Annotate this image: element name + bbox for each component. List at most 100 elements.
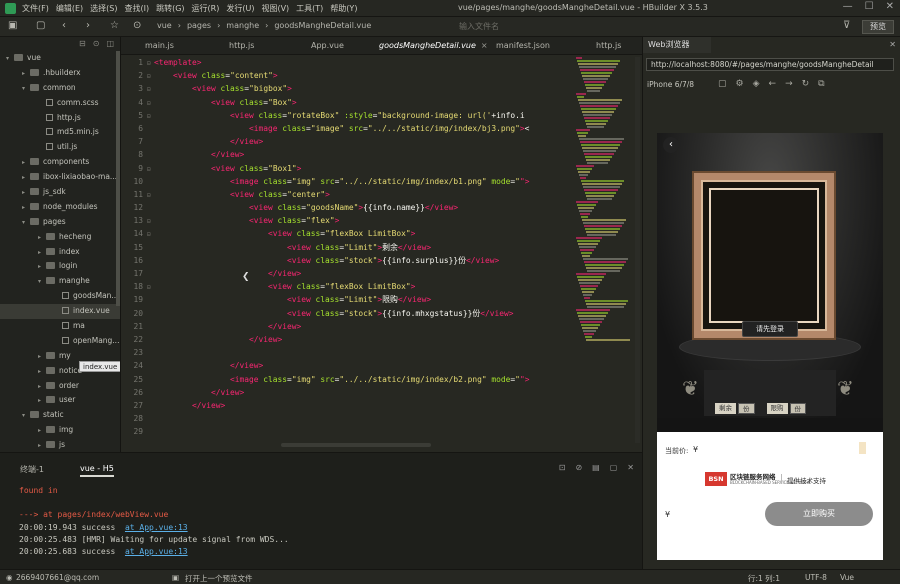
editor-tab[interactable]: http.js [596, 41, 621, 50]
stop-icon[interactable]: ⊡ [559, 463, 566, 472]
account-icon[interactable]: ◉ [6, 573, 13, 582]
breadcrumb-item[interactable]: goodsMangheDetail.vue [274, 21, 371, 30]
tree-item[interactable]: ▸ js_sdk [0, 185, 120, 200]
tree-item[interactable]: ▸ components [0, 155, 120, 170]
tree-item[interactable]: ▸ user [0, 393, 120, 408]
preview-file-icon[interactable]: ▣ [172, 573, 179, 582]
sidebar-toggle-icon[interactable]: ▣ [8, 20, 17, 32]
explorer-scrollbar[interactable] [116, 51, 120, 306]
menu-item[interactable]: 选择(S) [90, 3, 117, 14]
preview-button[interactable]: 预览 [862, 20, 894, 34]
tree-item[interactable]: ▾ pages [0, 215, 120, 230]
account-email[interactable]: 2669407661@qq.com [16, 573, 99, 582]
language-mode[interactable]: Vue [840, 573, 854, 582]
device-select[interactable]: iPhone 6/7/8 [647, 80, 709, 89]
console-tab[interactable]: 终端-1 [20, 464, 44, 475]
tree-item[interactable]: ▾ static [0, 408, 120, 423]
menu-item[interactable]: 视图(V) [261, 3, 289, 14]
buy-now-button[interactable]: 立即购买 [765, 502, 873, 526]
close-panel-icon[interactable]: ✕ [627, 463, 634, 472]
minimize-icon[interactable]: — [843, 1, 853, 12]
editor-tab[interactable]: goodsMangheDetail.vue × [379, 41, 488, 50]
tree-item[interactable]: ▸ hecheng [0, 230, 120, 245]
tree-item[interactable]: goodsMan... [0, 289, 120, 304]
tree-item[interactable]: index.vue [0, 304, 120, 320]
collapse-left-icon[interactable]: ❮ [242, 272, 250, 282]
console-output[interactable]: found in ---> at pages/index/webView.vue 2… [19, 485, 289, 558]
tree-item[interactable]: md5.min.js [0, 125, 120, 140]
page-back-icon[interactable]: ‹ [663, 137, 679, 153]
maximize-panel-icon[interactable]: ▢ [610, 463, 618, 472]
close-icon[interactable]: ✕ [886, 1, 894, 12]
url-input[interactable]: http://localhost:8080/#/pages/manghe/goo… [646, 58, 894, 71]
menu-item[interactable]: 工具(T) [296, 3, 323, 14]
browser-back-icon[interactable]: ← [769, 79, 777, 89]
code-area[interactable]: 1 ⊟ <template> 2 ⊟ <view class="content"> 3 ⊟ … [121, 56, 576, 444]
tree-item[interactable]: ▸ node_modules [0, 200, 120, 215]
refresh-icon[interactable]: ↻ [802, 79, 810, 89]
back-icon[interactable]: ‹ [62, 20, 66, 32]
filter-icon[interactable]: ⊽ [843, 20, 850, 32]
tree-item[interactable]: ▸ order [0, 379, 120, 394]
encoding[interactable]: UTF-8 [805, 573, 827, 582]
tree-item[interactable]: openMang... [0, 334, 120, 349]
editor-hscrollbar[interactable] [281, 443, 431, 447]
wrap-icon[interactable]: ▤ [592, 463, 600, 472]
menu-item[interactable]: 编辑(E) [56, 3, 83, 14]
run-icon[interactable]: ⊙ [133, 20, 141, 32]
console-text: 20:00:19.943 success [19, 522, 125, 532]
minimap[interactable] [576, 56, 634, 451]
browser-tab[interactable]: Web浏览器 [643, 37, 711, 53]
clear-icon[interactable]: ⊘ [575, 463, 582, 472]
devtools-icon[interactable]: ◈ [753, 79, 760, 89]
search-input[interactable]: 输入文件名 [452, 20, 832, 34]
menu-item[interactable]: 文件(F) [22, 3, 49, 14]
tree-item[interactable]: comm.scss [0, 96, 120, 111]
tree-item[interactable]: ▾ common [0, 81, 120, 96]
menu-item[interactable]: 运行(R) [192, 3, 220, 14]
editor-tab[interactable]: App.vue [311, 41, 344, 50]
settings-icon[interactable]: ⚙ [736, 79, 744, 89]
collapse-all-icon[interactable]: ⊟ [79, 39, 86, 48]
new-file-icon[interactable]: ▢ [36, 20, 45, 32]
save-icon[interactable]: ☆ [110, 20, 119, 32]
code-line: 20 <view class="stock">{{info.mhxgstatus… [121, 307, 576, 320]
line-number: 8 [138, 150, 143, 160]
tree-item[interactable]: ma [0, 319, 120, 334]
open-external-icon[interactable]: ⧉ [818, 79, 824, 89]
tree-item[interactable]: ▸ login [0, 259, 120, 274]
editor-tab[interactable]: http.js [229, 41, 254, 50]
tree-item[interactable]: ▸ index [0, 245, 120, 260]
tree-item[interactable]: ▸ ibox-lixiaobao-ma... [0, 170, 120, 185]
console-link[interactable]: at App.vue:13 [125, 547, 188, 556]
tree-item[interactable]: ▾ manghe [0, 274, 120, 289]
cursor-position[interactable]: 行:1 列:1 [748, 573, 780, 584]
menu-item[interactable]: 帮助(Y) [330, 3, 357, 14]
menu-item[interactable]: 发行(U) [226, 3, 254, 14]
login-button[interactable]: 请先登录 [742, 321, 798, 337]
screenshot-icon[interactable]: ▢ [718, 79, 727, 89]
browser-close-icon[interactable]: ✕ [889, 40, 896, 49]
tree-item[interactable]: ▸ js [0, 438, 120, 452]
close-tab-icon[interactable]: × [481, 41, 488, 50]
console-link[interactable]: at App.vue:13 [125, 523, 188, 532]
locate-icon[interactable]: ⊙ [93, 39, 100, 48]
breadcrumb-item[interactable]: pages [187, 21, 211, 30]
breadcrumb-item[interactable]: manghe [226, 21, 259, 30]
tree-item[interactable]: http.js [0, 111, 120, 126]
maximize-icon[interactable]: ☐ [865, 1, 874, 12]
editor-tab[interactable]: manifest.json [496, 41, 550, 50]
editor-tab[interactable]: main.js [145, 41, 174, 50]
menu-item[interactable]: 查找(I) [124, 3, 149, 14]
tree-item[interactable]: ▾ vue [0, 51, 120, 66]
forward-icon[interactable]: › [86, 20, 90, 32]
tree-item[interactable]: ▸ img [0, 423, 120, 438]
browser-forward-icon[interactable]: → [785, 79, 793, 89]
console-tab[interactable]: vue - H5 [80, 464, 114, 477]
breadcrumb-item[interactable]: vue [157, 21, 172, 30]
split-icon[interactable]: ◫ [106, 39, 114, 48]
editor-vscrollbar[interactable] [635, 57, 640, 443]
tree-item[interactable]: ▸ .hbuilderx [0, 66, 120, 81]
tree-item[interactable]: util.js [0, 140, 120, 155]
menu-item[interactable]: 跳转(G) [156, 3, 184, 14]
